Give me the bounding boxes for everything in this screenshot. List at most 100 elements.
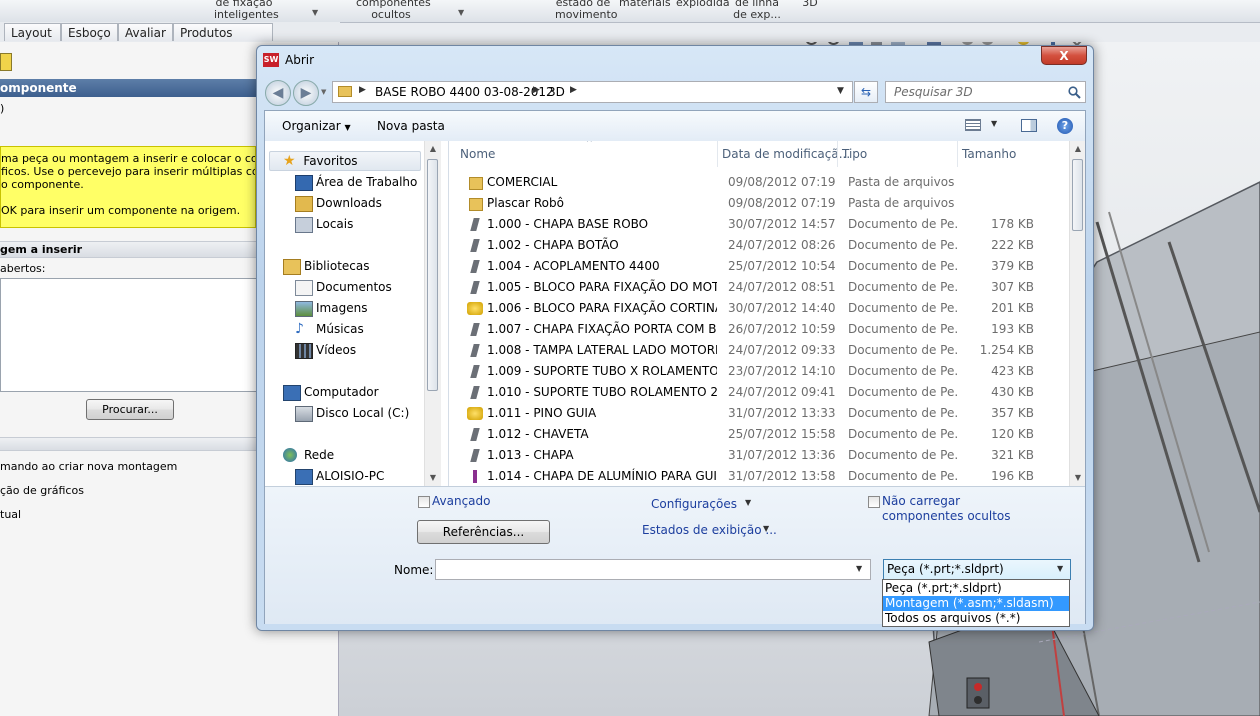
file-row[interactable]: 1.002 - CHAPA BOTÃO 24/07/2012 08:26 Docum…: [449, 235, 1069, 256]
file-row[interactable]: 1.005 - BLOCO PARA FIXAÇÃO DO MOT... 24/0…: [449, 277, 1069, 298]
search-box[interactable]: Pesquisar 3D: [885, 81, 1086, 103]
references-button[interactable]: Referências...: [417, 520, 550, 544]
scroll-thumb[interactable]: [427, 159, 438, 391]
chevron-down-icon[interactable]: ▼: [763, 524, 769, 533]
advanced-label[interactable]: Avançado: [432, 494, 490, 508]
recent-locations-dropdown[interactable]: ▼: [321, 88, 326, 96]
file-date: 09/08/2012 07:19: [728, 196, 836, 210]
breadcrumb-separator[interactable]: ▶: [359, 85, 366, 95]
column-divider[interactable]: [837, 141, 838, 167]
scroll-down-arrow[interactable]: ▼: [425, 470, 441, 486]
nav-local-disk[interactable]: Disco Local (C:): [295, 403, 409, 423]
ribbon-label[interactable]: explodida: [676, 0, 730, 9]
option-virtual[interactable]: tual: [0, 508, 21, 521]
ribbon-label[interactable]: estado de movimento: [555, 0, 618, 21]
filetype-option-highlighted[interactable]: Montagem (*.asm;*.sldasm): [883, 596, 1069, 611]
option-start-command[interactable]: mando ao criar nova montagem: [0, 460, 177, 473]
search-icon[interactable]: [1068, 86, 1081, 99]
chevron-down-icon[interactable]: ▼: [745, 498, 751, 507]
close-button[interactable]: X: [1041, 46, 1087, 65]
no-hidden-components-label[interactable]: Não carregar: [882, 494, 960, 508]
file-list-scrollbar[interactable]: ▲ ▼: [1069, 141, 1085, 486]
help-icon[interactable]: ?: [1057, 118, 1073, 134]
organize-menu[interactable]: Organizar ▼: [282, 119, 351, 133]
advanced-checkbox[interactable]: [418, 496, 430, 508]
breadcrumb-item[interactable]: 3D: [548, 85, 565, 99]
tab-evaluate[interactable]: Avaliar: [118, 23, 173, 41]
column-header-size[interactable]: Tamanho: [962, 141, 1016, 167]
file-row[interactable]: 1.004 - ACOPLAMENTO 4400 25/07/2012 10:54…: [449, 256, 1069, 277]
ribbon-label[interactable]: 3D: [800, 0, 820, 9]
ribbon-label[interactable]: de linha de exp...: [732, 0, 782, 21]
ribbon-dropdown-arrow[interactable]: ▼: [312, 8, 318, 17]
nav-pictures[interactable]: Imagens: [295, 298, 367, 318]
file-row[interactable]: 1.009 - SUPORTE TUBO X ROLAMENTO 23/07/20…: [449, 361, 1069, 382]
filename-input[interactable]: ▼: [435, 559, 871, 580]
forward-button[interactable]: ▶: [293, 80, 319, 106]
preview-pane-icon[interactable]: [1021, 119, 1037, 132]
column-divider[interactable]: [717, 141, 718, 167]
column-header-type[interactable]: Tipo: [842, 141, 867, 167]
file-row[interactable]: 1.008 - TAMPA LATERAL LADO MOTORE... 24/0…: [449, 340, 1069, 361]
scroll-thumb[interactable]: [1072, 159, 1083, 231]
pushpin-icon[interactable]: [0, 53, 12, 71]
option-graphics[interactable]: ção de gráficos: [0, 484, 84, 497]
scroll-down-arrow[interactable]: ▼: [1070, 470, 1085, 486]
filetype-option[interactable]: Peça (*.prt;*.sldprt): [883, 581, 1069, 596]
chevron-down-icon[interactable]: ▼: [991, 119, 997, 128]
nav-scrollbar[interactable]: ▲ ▼: [424, 141, 441, 486]
nav-network-pc[interactable]: ALOISIO-PC: [295, 466, 384, 486]
nav-desktop[interactable]: Área de Trabalho: [295, 172, 417, 192]
no-hidden-components-label-2[interactable]: componentes ocultos: [882, 509, 1011, 523]
breadcrumb-separator[interactable]: ▶: [570, 85, 577, 95]
ribbon-label[interactable]: componentes ocultos: [356, 0, 431, 21]
nav-computer[interactable]: Computador: [283, 382, 379, 402]
tab-office-products[interactable]: Produtos Office: [173, 23, 273, 58]
address-bar[interactable]: ▶ BASE ROBO 4400 03-08-2012 ▶ 3D ▶ ▼: [332, 81, 853, 103]
no-hidden-components-checkbox[interactable]: [868, 496, 880, 508]
ribbon-label[interactable]: de fixação inteligentes: [214, 0, 279, 21]
nav-music[interactable]: ♪ Músicas: [295, 319, 364, 339]
column-header-name[interactable]: Nome: [460, 141, 495, 167]
nav-places[interactable]: Locais: [295, 214, 353, 234]
filetype-option[interactable]: Todos os arquivos (*.*): [883, 611, 1069, 626]
breadcrumb-separator[interactable]: ▶: [533, 85, 540, 95]
file-row[interactable]: 1.014 - CHAPA DE ALUMÍNIO PARA GUIA 31/07…: [449, 466, 1069, 486]
scroll-up-arrow[interactable]: ▲: [1070, 141, 1085, 157]
file-row[interactable]: 1.007 - CHAPA FIXAÇÃO PORTA COM B... 26/0…: [449, 319, 1069, 340]
tab-sketch[interactable]: Esboço: [61, 23, 118, 41]
file-row[interactable]: 1.010 - SUPORTE TUBO ROLAMENTO 2 24/07/20…: [449, 382, 1069, 403]
file-row[interactable]: Plascar Robô 09/08/2012 07:19 Pasta de arq…: [449, 193, 1069, 214]
file-row[interactable]: 1.000 - CHAPA BASE ROBO 30/07/2012 14:57 D…: [449, 214, 1069, 235]
open-documents-list[interactable]: [0, 278, 258, 392]
filetype-select[interactable]: Peça (*.prt;*.sldprt) ▼: [883, 559, 1071, 580]
refresh-icon[interactable]: ⇆: [854, 81, 878, 103]
nav-documents[interactable]: Documentos: [295, 277, 392, 297]
chevron-down-icon[interactable]: ▼: [856, 564, 862, 573]
file-row[interactable]: 1.011 - PINO GUIA 31/07/2012 13:33 Documen…: [449, 403, 1069, 424]
nav-favorites[interactable]: ★ Favoritos: [283, 151, 358, 171]
nav-downloads[interactable]: Downloads: [295, 193, 382, 213]
file-row[interactable]: 1.012 - CHAVETA 25/07/2012 15:58 Documento…: [449, 424, 1069, 445]
ribbon-dropdown-arrow[interactable]: ▼: [458, 8, 464, 17]
nav-network[interactable]: Rede: [283, 445, 334, 465]
scroll-up-arrow[interactable]: ▲: [425, 141, 441, 157]
tab-layout[interactable]: Layout: [4, 23, 61, 41]
nav-libraries[interactable]: Bibliotecas: [283, 256, 369, 276]
file-row[interactable]: 1.006 - BLOCO PARA FIXAÇÃO CORTINA 30/07/…: [449, 298, 1069, 319]
browse-button[interactable]: Procurar...: [86, 399, 174, 420]
ribbon-label[interactable]: materiais: [619, 0, 671, 9]
column-header-date[interactable]: Data de modificaçã...: [722, 141, 850, 167]
file-row[interactable]: COMERCIAL 09/08/2012 07:19 Pasta de arquiv…: [449, 172, 1069, 193]
file-date: 24/07/2012 08:51: [728, 280, 836, 294]
breadcrumb-item[interactable]: BASE ROBO 4400 03-08-2012: [375, 85, 554, 99]
display-states-label[interactable]: Estados de exibição ...: [642, 523, 777, 537]
address-dropdown-arrow[interactable]: ▼: [837, 86, 844, 96]
column-divider[interactable]: [957, 141, 958, 167]
nav-videos[interactable]: Vídeos: [295, 340, 356, 360]
new-folder-button[interactable]: Nova pasta: [377, 119, 445, 133]
configurations-label[interactable]: Configurações: [651, 497, 737, 511]
view-options-icon[interactable]: [965, 119, 981, 131]
back-button[interactable]: ◀: [265, 80, 291, 106]
file-row[interactable]: 1.013 - CHAPA 31/07/2012 13:36 Documento d…: [449, 445, 1069, 466]
